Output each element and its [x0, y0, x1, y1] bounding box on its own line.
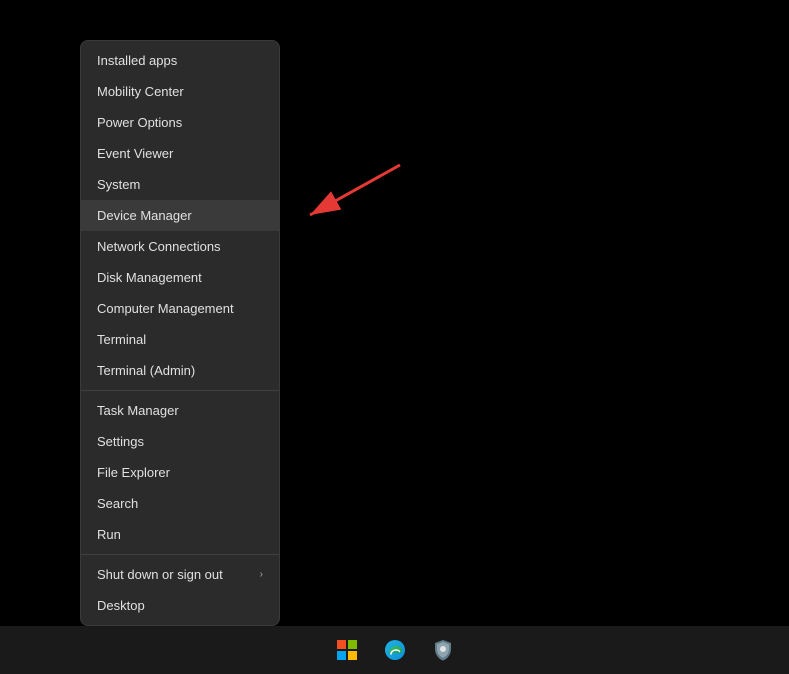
menu-item-label-run: Run [97, 527, 121, 542]
menu-item-installed-apps[interactable]: Installed apps [81, 45, 279, 76]
menu-item-label-shut-down: Shut down or sign out [97, 567, 223, 582]
menu-item-label-task-manager: Task Manager [97, 403, 179, 418]
menu-item-label-settings: Settings [97, 434, 144, 449]
menu-item-label-search: Search [97, 496, 138, 511]
shield-icon [431, 638, 455, 662]
red-arrow [290, 155, 410, 235]
menu-item-label-device-manager: Device Manager [97, 208, 192, 223]
menu-item-label-network-connections: Network Connections [97, 239, 221, 254]
winget-button[interactable] [423, 630, 463, 670]
menu-item-label-event-viewer: Event Viewer [97, 146, 173, 161]
menu-item-label-terminal: Terminal [97, 332, 146, 347]
menu-item-settings[interactable]: Settings [81, 426, 279, 457]
menu-item-disk-management[interactable]: Disk Management [81, 262, 279, 293]
submenu-chevron-icon: › [260, 569, 263, 580]
menu-item-label-disk-management: Disk Management [97, 270, 202, 285]
menu-item-desktop[interactable]: Desktop [81, 590, 279, 621]
menu-item-power-options[interactable]: Power Options [81, 107, 279, 138]
menu-item-terminal-admin[interactable]: Terminal (Admin) [81, 355, 279, 386]
menu-item-computer-management[interactable]: Computer Management [81, 293, 279, 324]
menu-item-file-explorer[interactable]: File Explorer [81, 457, 279, 488]
edge-icon [383, 638, 407, 662]
start-button[interactable] [327, 630, 367, 670]
menu-divider [81, 554, 279, 555]
menu-item-run[interactable]: Run [81, 519, 279, 550]
menu-divider [81, 390, 279, 391]
edge-browser-button[interactable] [375, 630, 415, 670]
menu-item-device-manager[interactable]: Device Manager [81, 200, 279, 231]
menu-item-label-installed-apps: Installed apps [97, 53, 177, 68]
menu-item-system[interactable]: System [81, 169, 279, 200]
menu-item-task-manager[interactable]: Task Manager [81, 395, 279, 426]
menu-item-label-system: System [97, 177, 140, 192]
menu-item-label-computer-management: Computer Management [97, 301, 234, 316]
menu-item-shut-down[interactable]: Shut down or sign out › [81, 559, 279, 590]
menu-item-label-file-explorer: File Explorer [97, 465, 170, 480]
menu-item-event-viewer[interactable]: Event Viewer [81, 138, 279, 169]
menu-item-label-mobility-center: Mobility Center [97, 84, 184, 99]
menu-item-network-connections[interactable]: Network Connections [81, 231, 279, 262]
context-menu: Installed apps Mobility Center Power Optio… [80, 40, 280, 626]
menu-item-search[interactable]: Search [81, 488, 279, 519]
menu-item-label-terminal-admin: Terminal (Admin) [97, 363, 195, 378]
windows-logo-icon [336, 639, 358, 661]
taskbar [0, 626, 789, 674]
menu-item-mobility-center[interactable]: Mobility Center [81, 76, 279, 107]
menu-item-label-desktop: Desktop [97, 598, 145, 613]
menu-item-label-power-options: Power Options [97, 115, 182, 130]
menu-item-terminal[interactable]: Terminal [81, 324, 279, 355]
